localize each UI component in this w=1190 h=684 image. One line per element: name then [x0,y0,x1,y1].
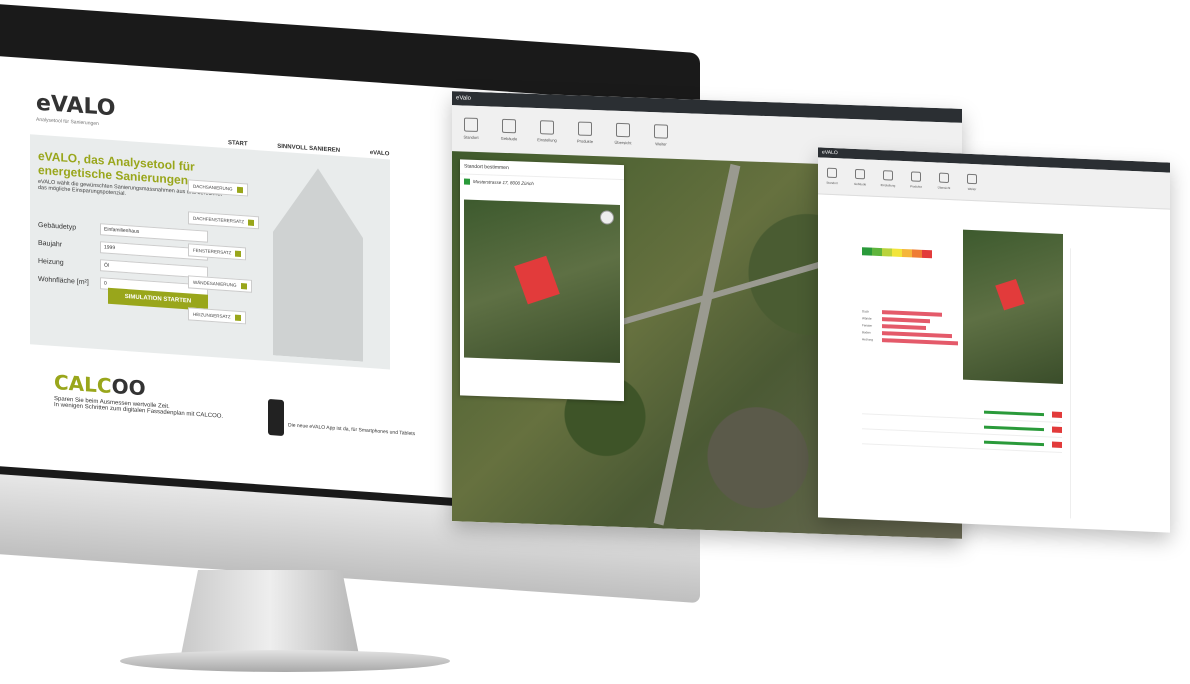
form-label: Heizung [38,257,64,267]
bar-label: Fenster [862,323,873,328]
plus-icon [248,219,255,226]
energy-label-scale [862,247,932,259]
app-promo-text: Die neue eVALO App ist da, für Smartphon… [288,422,416,438]
bar-label: Dach [862,309,870,314]
arrow-right-icon [967,173,977,184]
form-label: Gebäudetyp [38,221,77,232]
tool-weiter[interactable]: Weiter [642,112,680,159]
tool-gebaeude[interactable]: Gebäude [846,159,874,196]
analysis-screen: eVALO Standort Gebäude Einstellung Produ… [818,147,1170,533]
tool-label: Standort [463,134,479,141]
energy-class-swatch [862,247,872,256]
marker-icon [464,178,470,185]
status-icon [1052,411,1062,418]
plus-icon [236,186,243,193]
gebaeudetyp-select[interactable]: Einfamilienhaus [100,223,208,243]
energy-class-swatch [872,247,882,257]
overview-icon [939,172,949,183]
form-label: Wohnfläche [m²] [38,275,89,286]
progress-bar [984,410,1044,416]
plus-icon [240,282,247,290]
tag-label: HEIZUNGERSATZ [193,311,231,320]
tool-standort[interactable]: Standort [818,157,846,194]
bar-label: Boden [862,330,871,335]
nav-evalo[interactable]: eVALO [370,150,390,157]
tool-label: Gebäude [853,181,867,186]
analysis-sidebar [1070,248,1161,523]
tag-label: WÄNDESANIERUNG [193,279,237,288]
tag-label: DACHSANIERUNG [193,183,233,192]
tool-label: Standort [826,180,838,185]
tool-uebersicht[interactable]: Übersicht [930,162,958,199]
energy-class-swatch [922,249,932,259]
product-icon [578,121,592,136]
tool-einstellung[interactable]: Einstellung [528,108,566,155]
bar [882,331,952,339]
progress-bar [984,440,1044,446]
bar-row: Heizung [862,337,958,346]
settings-icon [540,120,554,135]
smartphone-image [268,398,284,437]
bar [882,317,930,324]
energy-class-swatch [902,248,912,258]
highlighted-roof[interactable] [514,255,560,305]
tool-uebersicht[interactable]: Übersicht [604,110,642,157]
tag-label: DACHFENSTERERSATZ [193,215,245,225]
tool-label: Einstellung [537,137,557,143]
status-icon [1052,426,1062,433]
tool-label: Einstellung [880,182,896,188]
energy-class-swatch [882,248,892,257]
address-text: Musterstrasse 17, 8000 Zürich [473,179,534,187]
product-icon [911,170,921,182]
tool-standort[interactable]: Standort [452,105,490,152]
building-icon [855,168,865,179]
energy-class-swatch [912,249,922,258]
tool-weiter[interactable]: Weiter [958,163,986,200]
building-icon [502,118,516,134]
bar [882,310,942,317]
savings-bars: Dach Wände Fenster Boden Heizung [862,309,958,348]
arrow-right-icon [654,124,668,139]
tool-produkte[interactable]: Produkte [902,161,930,198]
settings-icon [883,169,893,181]
progress-bar [984,425,1044,431]
energy-class-swatch [892,248,902,257]
location-icon [827,167,837,178]
tool-einstellung[interactable]: Einstellung [874,160,902,197]
road [653,163,741,526]
plus-icon [235,250,242,257]
analysis-map[interactable] [963,229,1063,385]
bar [882,338,958,346]
bar-label: Heizung [862,337,874,342]
monitor-base [120,650,450,672]
calcoo-logo-b: OO [111,373,146,401]
tool-label: Weiter [967,186,977,191]
measures-list [862,399,1062,453]
tag-label: FENSTERERSATZ [193,247,232,256]
location-icon [464,117,478,133]
highlighted-roof[interactable] [995,278,1025,311]
mini-map[interactable] [464,199,620,363]
monitor-stand [180,570,360,660]
plus-icon [234,314,241,321]
tool-produkte[interactable]: Produkte [566,109,604,156]
tool-label: Gebäude [500,135,518,142]
tool-label: Übersicht [614,139,632,146]
compass-icon[interactable] [600,210,614,225]
tool-label: Produkte [909,183,922,189]
tool-label: Weiter [655,141,667,147]
calcoo-logo[interactable]: CALCOO [54,370,146,400]
form-label: Baujahr [38,239,63,249]
location-panel: Standort bestimmen Musterstrasse 17, 800… [460,159,624,402]
bar [882,324,926,331]
calcoo-logo-a: CALC [54,369,112,398]
calcoo-text: Sparen Sie beim Ausmessen wertvolle Zeit… [54,396,254,422]
tool-label: Produkte [576,138,593,145]
overview-icon [616,122,630,138]
status-icon [1052,441,1062,448]
nav-start[interactable]: START [228,140,248,147]
bar-label: Wände [862,316,872,321]
tool-gebaeude[interactable]: Gebäude [490,106,528,153]
tool-label: Übersicht [937,185,951,190]
